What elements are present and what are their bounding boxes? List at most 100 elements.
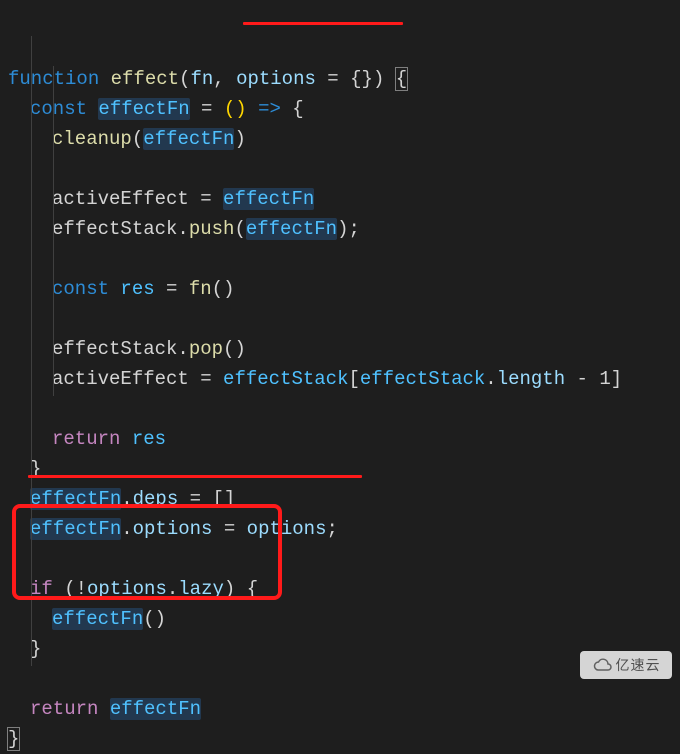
code-line[interactable]: } [8,454,680,484]
code-line[interactable]: activeEffect = effectFn [8,184,680,214]
code-token: } [8,728,19,750]
code-token: effectFn [223,188,314,210]
code-token: = [155,278,189,300]
code-token: effectStack [360,368,485,390]
code-token: push [189,218,235,240]
code-token: const [52,278,120,300]
code-line[interactable]: const effectFn = () => { [8,94,680,124]
code-token: effectStack [52,218,177,240]
code-token: . [177,218,188,240]
code-token: {} [350,68,373,90]
code-token: { [247,578,258,600]
code-token: function [8,68,111,90]
code-token: ( [234,218,245,240]
code-token: ) [234,128,245,150]
code-token: activeEffect [52,188,189,210]
code-token: const [30,98,98,120]
code-token: () [223,338,246,360]
code-token: () [224,98,247,120]
code-line[interactable]: return effectFn [8,694,680,724]
code-token: effectFn [30,518,121,540]
code-token: res [132,428,166,450]
code-token: => [247,98,293,120]
code-token: 1 [599,368,610,390]
code-token: return [52,428,132,450]
code-token: = [316,68,350,90]
code-line[interactable]: effectFn.deps = [] [8,484,680,514]
code-token: . [485,368,496,390]
code-line[interactable]: effectStack.pop() [8,334,680,364]
code-line[interactable] [8,154,680,184]
code-token: effectFn [52,608,143,630]
code-token: options [133,518,213,540]
code-token: = [178,488,212,510]
code-token: { [292,98,303,120]
code-token: return [30,698,110,720]
code-line[interactable]: effectFn.options = options; [8,514,680,544]
code-line[interactable]: if (!options.lazy) { [8,574,680,604]
code-token: effectStack [223,368,348,390]
code-token: = [190,98,224,120]
code-token: options [247,518,327,540]
code-editor[interactable]: function effect(fn, options = {}) {const… [8,4,680,754]
code-token: effectStack [52,338,177,360]
code-token: ( [132,128,143,150]
code-token: = [189,188,223,210]
code-token: { [396,68,407,90]
code-token: fn [190,68,213,90]
code-token: lazy [178,578,224,600]
code-token: deps [133,488,179,510]
code-line[interactable] [8,394,680,424]
code-token: options [236,68,316,90]
code-token: effectFn [143,128,234,150]
code-token: ( [179,68,190,90]
code-token: activeEffect [52,368,189,390]
code-token: - [565,368,599,390]
code-token: effectFn [246,218,337,240]
code-token: . [121,488,132,510]
code-token: . [121,518,132,540]
code-token: } [30,458,41,480]
code-token: = [212,518,246,540]
code-token: res [120,278,154,300]
code-token: ; [327,518,338,540]
code-line[interactable]: } [8,724,680,754]
code-line[interactable]: effectStack.push(effectFn); [8,214,680,244]
cloud-icon [592,658,612,672]
code-line[interactable]: return res [8,424,680,454]
code-line[interactable]: function effect(fn, options = {}) { [8,64,680,94]
code-token: effectFn [98,98,189,120]
code-line[interactable] [8,244,680,274]
code-token: ( [64,578,75,600]
code-token: . [177,338,188,360]
code-token: ) [224,578,247,600]
code-token: options [87,578,167,600]
code-token: [ [348,368,359,390]
code-line[interactable] [8,544,680,574]
code-token: } [30,638,41,660]
code-token: length [497,368,565,390]
code-token: ) [337,218,348,240]
code-line[interactable] [8,304,680,334]
watermark-badge: 亿速云 [580,651,672,679]
code-line[interactable]: const res = fn() [8,274,680,304]
code-token: () [143,608,166,630]
code-token: () [212,278,235,300]
code-token: ) [373,68,396,90]
code-token: cleanup [52,128,132,150]
code-token: effectFn [110,698,201,720]
code-token: effect [111,68,179,90]
code-token: fn [189,278,212,300]
code-line[interactable]: activeEffect = effectStack[effectStack.l… [8,364,680,394]
code-token: [] [212,488,235,510]
code-line[interactable]: effectFn() [8,604,680,634]
code-token: . [167,578,178,600]
code-token: , [213,68,236,90]
code-token: effectFn [30,488,121,510]
code-token: pop [189,338,223,360]
code-token: ; [348,218,359,240]
code-token: if [30,578,64,600]
code-token: ! [76,578,87,600]
code-line[interactable]: cleanup(effectFn) [8,124,680,154]
code-token: ] [611,368,622,390]
